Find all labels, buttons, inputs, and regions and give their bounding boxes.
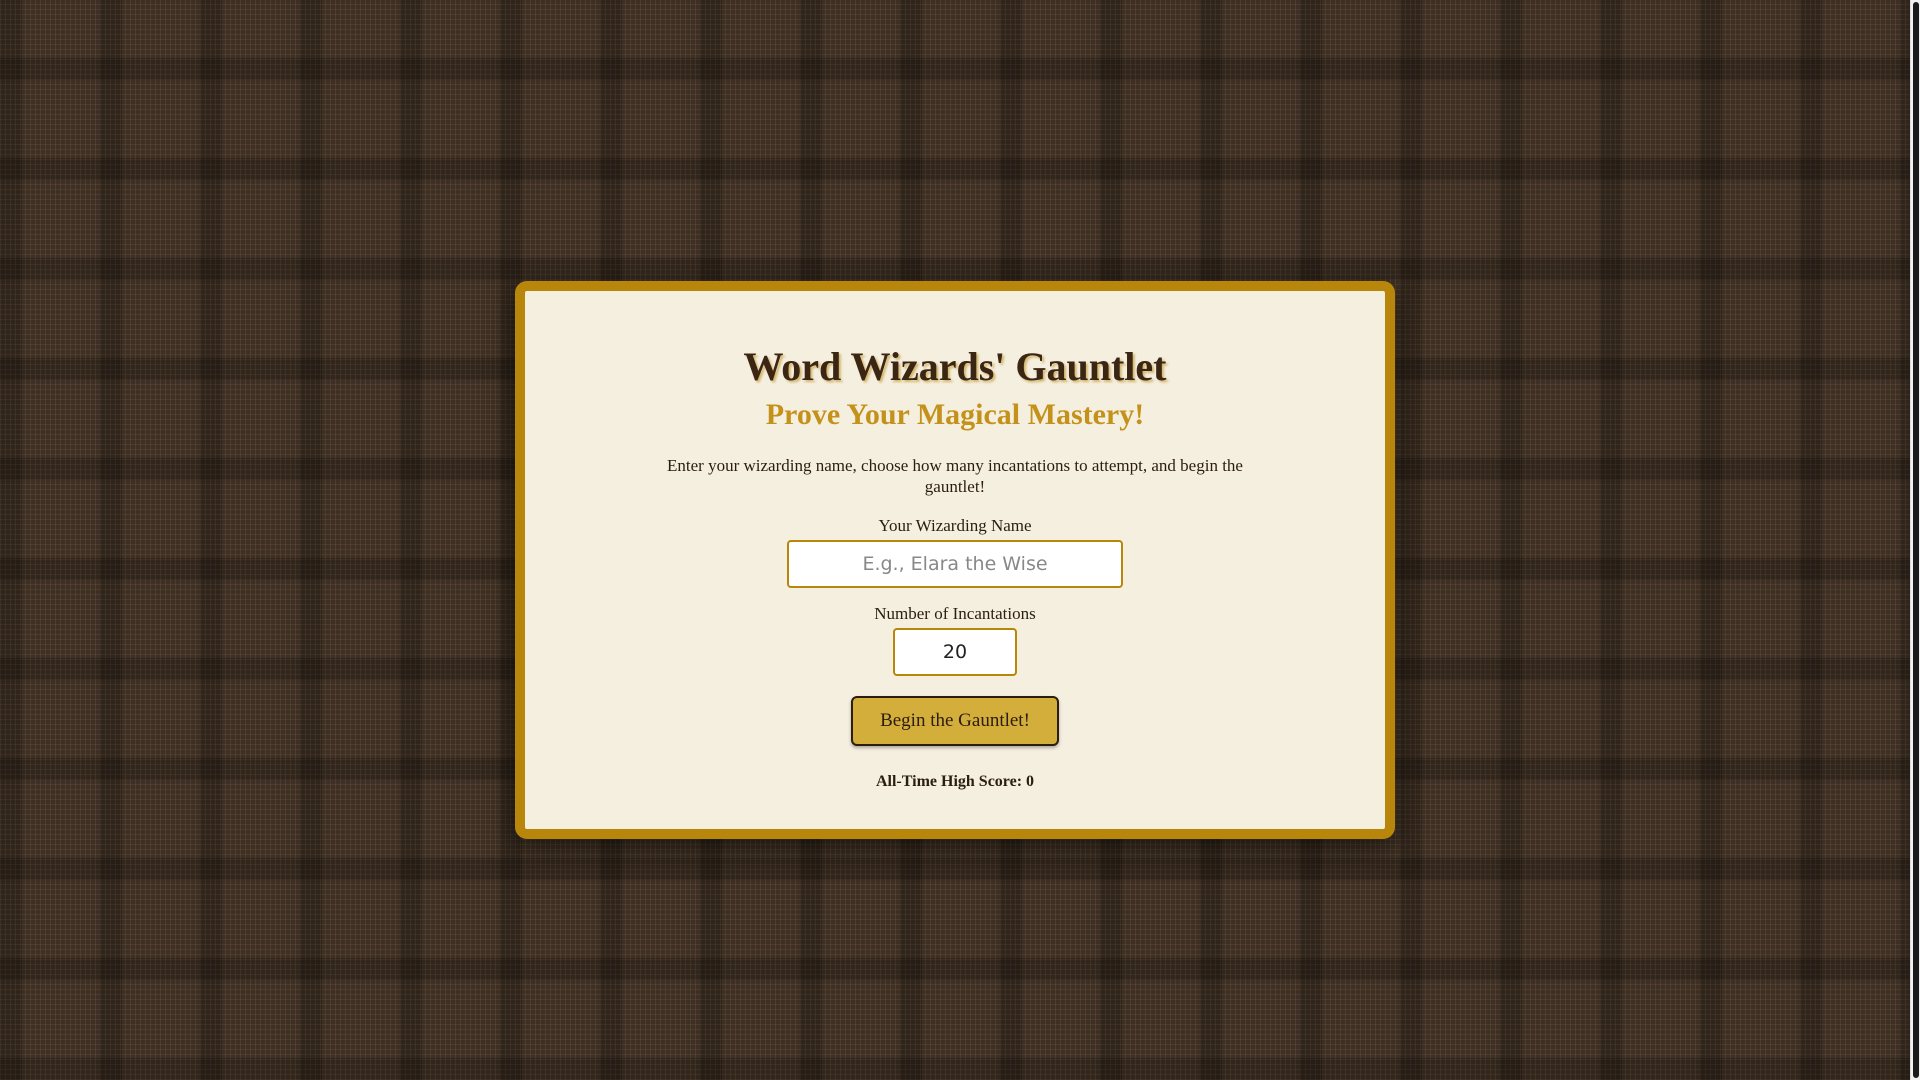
high-score-display: All-Time High Score: 0 xyxy=(525,772,1385,792)
game-title: Word Wizards' Gauntlet xyxy=(743,344,1167,389)
start-panel: Word Wizards' Gauntlet Prove Your Magica… xyxy=(515,281,1395,839)
wizard-name-input[interactable] xyxy=(787,540,1123,588)
incantations-label: Number of Incantations xyxy=(874,604,1036,623)
vertical-scrollbar[interactable] xyxy=(1910,0,1920,1080)
scrollbar-thumb[interactable] xyxy=(1913,2,1919,1078)
incantations-count-input[interactable] xyxy=(893,628,1017,676)
game-subtitle: Prove Your Magical Mastery! xyxy=(765,398,1145,431)
high-score-label: All-Time High Score: xyxy=(875,773,1023,790)
name-label: Your Wizarding Name xyxy=(878,516,1032,535)
begin-gauntlet-button[interactable]: Begin the Gauntlet! xyxy=(851,696,1059,746)
instructions-text: Enter your wizarding name, choose how ma… xyxy=(667,456,1243,496)
high-score-value: 0 xyxy=(1026,773,1035,790)
